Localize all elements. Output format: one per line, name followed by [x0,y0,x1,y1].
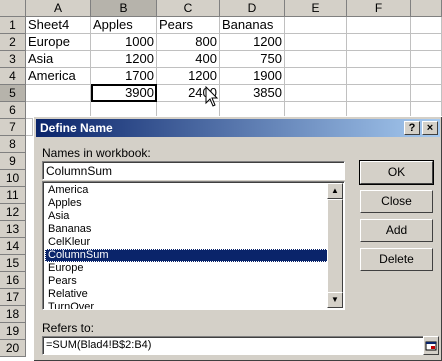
list-scrollbar[interactable]: ▲ ▼ [327,183,343,308]
cell-d4[interactable]: 1900 [220,68,285,85]
cell-a2[interactable]: Europe [26,34,91,51]
names-in-workbook-label: Names in workbook: [42,146,151,160]
column-header-f[interactable]: F [347,0,411,17]
cell-g2[interactable] [411,34,442,51]
list-item[interactable]: Asia [45,210,331,223]
list-item-selected[interactable]: ColumnSum [45,249,331,262]
row-header[interactable]: 14 [0,238,26,255]
list-item[interactable]: America [45,184,331,197]
define-name-dialog: Define Name ? × Names in workbook: Colum… [33,116,442,361]
close-icon[interactable]: × [422,121,438,135]
refers-to-label: Refers to: [42,321,95,335]
dialog-title: Define Name [40,121,113,135]
list-item[interactable]: Apples [45,197,331,210]
column-header-d[interactable]: D [220,0,285,17]
cell-f3[interactable] [347,51,411,68]
row-header[interactable]: 8 [0,136,26,153]
column-header-c[interactable]: C [157,0,220,17]
row-header[interactable]: 17 [0,289,26,306]
list-item[interactable]: Bananas [45,223,331,236]
row-header[interactable]: 16 [0,272,26,289]
cell-b4[interactable]: 1700 [91,68,157,85]
list-item[interactable]: TurnOver [45,301,331,309]
name-input[interactable]: ColumnSum [42,161,345,180]
cell-f4[interactable] [347,68,411,85]
cell-e3[interactable] [285,51,347,68]
collapse-dialog-icon[interactable] [423,336,439,355]
cell-c2[interactable]: 800 [157,34,220,51]
list-item[interactable]: CelKleur [45,236,331,249]
select-all-corner[interactable] [0,0,26,17]
cell-e2[interactable] [285,34,347,51]
cell-e4[interactable] [285,68,347,85]
cell-g3[interactable] [411,51,442,68]
help-button[interactable]: ? [404,121,420,135]
row-header[interactable]: 1 [0,17,26,34]
cell-b1[interactable]: Apples [91,17,157,34]
row-header[interactable]: 3 [0,51,26,68]
names-listbox[interactable]: America Apples Asia Bananas CelKleur Col… [42,181,345,310]
row-header[interactable]: 19 [0,323,26,340]
column-header-e[interactable]: E [285,0,347,17]
row-header[interactable]: 20 [0,340,26,357]
row-header[interactable]: 15 [0,255,26,272]
scroll-up-icon[interactable]: ▲ [327,183,343,199]
cell-a3[interactable]: Asia [26,51,91,68]
row-header[interactable]: 13 [0,221,26,238]
cell-c4[interactable]: 1200 [157,68,220,85]
ok-button[interactable]: OK [359,160,434,185]
row-header[interactable]: 7 [0,119,26,136]
cell-e1[interactable] [285,17,347,34]
cell-f1[interactable] [347,17,411,34]
dialog-titlebar[interactable]: Define Name ? × [36,119,440,137]
cell-a1[interactable]: Sheet4 [26,17,91,34]
cell-g4[interactable] [411,68,442,85]
cell-a7[interactable] [26,119,33,136]
cell-g1[interactable] [411,17,442,34]
row-header[interactable]: 9 [0,153,26,170]
cell-d5[interactable]: 3850 [220,85,285,102]
cell-b2[interactable]: 1000 [91,34,157,51]
row-header[interactable]: 18 [0,306,26,323]
add-button[interactable]: Add [360,219,433,242]
row-header[interactable]: 2 [0,34,26,51]
row-header[interactable]: 4 [0,68,26,85]
cell-f5[interactable] [347,85,411,102]
column-header-b[interactable]: B [91,0,157,17]
list-item[interactable]: Europe [45,262,331,275]
column-header-a[interactable]: A [26,0,91,17]
refers-to-input[interactable]: =SUM(Blad4!B$2:B4) [42,336,424,355]
row-header[interactable]: 6 [0,102,26,119]
row-header[interactable]: 5 [0,85,26,102]
cell-d3[interactable]: 750 [220,51,285,68]
cell-c1[interactable]: Pears [157,17,220,34]
cell-c3[interactable]: 400 [157,51,220,68]
list-item[interactable]: Relative [45,288,331,301]
row-header[interactable]: 12 [0,204,26,221]
cell-a4[interactable]: America [26,68,91,85]
delete-button[interactable]: Delete [360,248,433,271]
cell-d1[interactable]: Bananas [220,17,285,34]
list-item[interactable]: Pears [45,275,331,288]
cell-a5[interactable] [26,85,91,102]
arrow-cursor-icon [205,86,219,107]
cell-b5[interactable]: 3900 [91,85,157,102]
cell-e5[interactable] [285,85,347,102]
scroll-down-icon[interactable]: ▼ [327,292,343,308]
cell-f2[interactable] [347,34,411,51]
cell-b3[interactable]: 1200 [91,51,157,68]
cell-g5[interactable] [411,85,442,102]
scroll-thumb[interactable] [327,199,343,293]
column-header-g[interactable] [411,0,442,17]
row-header[interactable]: 10 [0,170,26,187]
cell-d2[interactable]: 1200 [220,34,285,51]
row-header[interactable]: 11 [0,187,26,204]
close-button[interactable]: Close [360,190,433,213]
